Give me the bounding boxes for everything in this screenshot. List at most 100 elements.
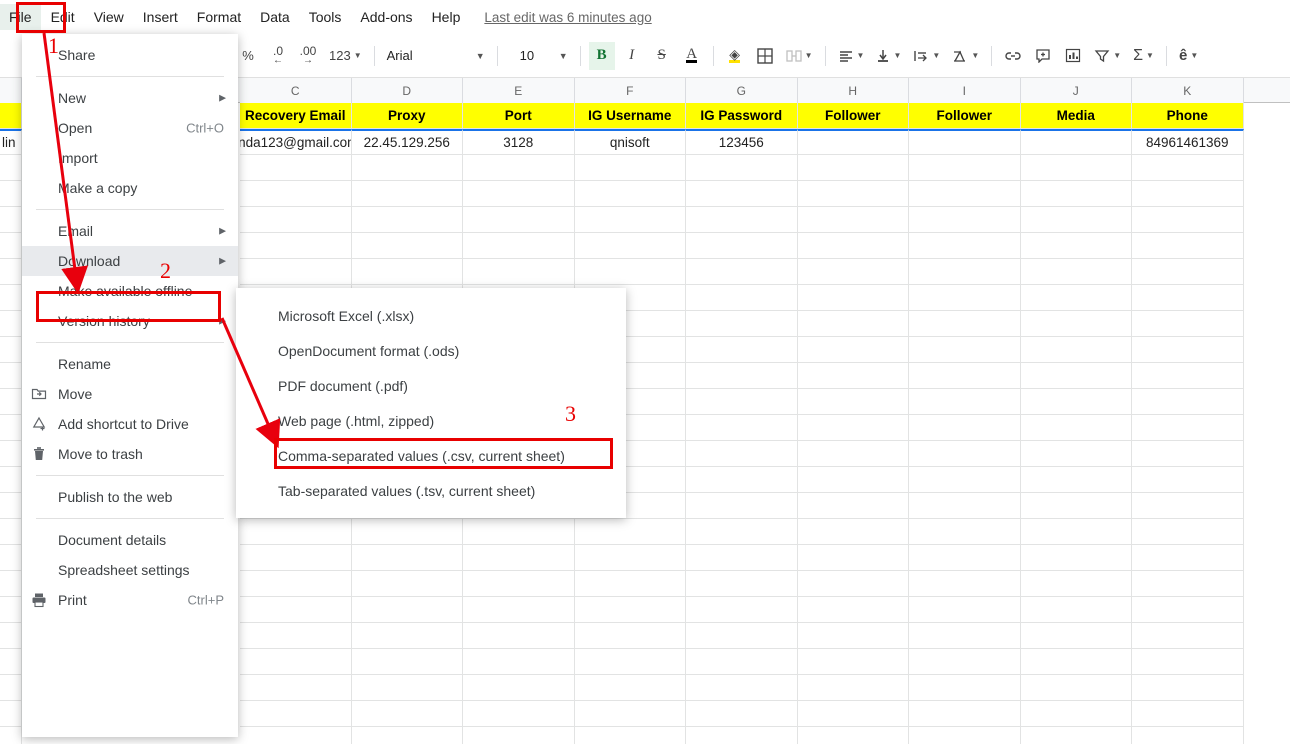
cell-empty[interactable] [686, 675, 798, 701]
cell-header[interactable]: Port [463, 103, 575, 129]
cell-empty[interactable] [1020, 597, 1132, 623]
cell-empty[interactable] [909, 337, 1021, 363]
cell-empty[interactable] [574, 597, 686, 623]
cell-empty[interactable] [351, 649, 463, 675]
cell-empty[interactable] [1132, 701, 1244, 727]
cell-empty[interactable] [797, 207, 909, 233]
cell-empty[interactable] [1132, 519, 1244, 545]
cell-empty[interactable] [909, 207, 1021, 233]
input-tools-button[interactable]: ê ▼ [1175, 42, 1202, 70]
horizontal-align-button[interactable]: ▼ [834, 42, 869, 70]
cell-empty[interactable] [797, 259, 909, 285]
menu-item-document-details[interactable]: Document details [22, 525, 238, 555]
cell-empty[interactable] [574, 519, 686, 545]
cell-empty[interactable] [574, 181, 686, 207]
cell-empty[interactable] [574, 623, 686, 649]
cell-empty[interactable] [798, 727, 909, 744]
cell-empty[interactable] [351, 181, 463, 207]
cell-empty[interactable] [351, 701, 463, 727]
cell-empty[interactable] [0, 623, 22, 649]
cell-empty[interactable] [1020, 363, 1132, 389]
cell-empty[interactable] [240, 259, 352, 285]
borders-button[interactable] [752, 42, 778, 70]
cell-empty[interactable] [1132, 363, 1244, 389]
column-header-f[interactable]: F [574, 78, 686, 103]
cell-empty[interactable] [351, 571, 463, 597]
cell-empty[interactable] [1020, 519, 1132, 545]
cell-empty[interactable] [909, 649, 1021, 675]
cell-data[interactable]: linda123@gmail.com [240, 129, 352, 155]
column-header-k[interactable]: K [1132, 78, 1244, 103]
cell-empty[interactable] [797, 181, 909, 207]
cell-data[interactable]: 3128 [463, 129, 575, 155]
cell-empty[interactable] [686, 597, 798, 623]
cell-empty[interactable] [797, 701, 909, 727]
bold-button[interactable]: B [588, 41, 615, 70]
menu-item-download[interactable]: Download ▶ [22, 246, 238, 276]
cell-empty[interactable] [1020, 233, 1132, 259]
cell-empty[interactable] [797, 285, 909, 311]
vertical-align-button[interactable]: ▼ [872, 42, 905, 70]
cell-empty[interactable] [909, 285, 1021, 311]
cell-empty[interactable] [0, 337, 22, 363]
cell-empty[interactable] [0, 311, 22, 337]
cell-header[interactable]: Proxy [351, 103, 463, 129]
cell-empty[interactable] [909, 259, 1021, 285]
cell-empty[interactable] [463, 571, 575, 597]
cell-empty[interactable] [351, 155, 463, 181]
cell-empty[interactable] [909, 727, 1021, 744]
cell-empty[interactable] [463, 233, 575, 259]
cell-empty[interactable] [797, 311, 909, 337]
merge-cells-button[interactable]: ▼ [782, 42, 817, 70]
cell-empty[interactable] [686, 545, 798, 571]
cell-empty[interactable] [1020, 675, 1132, 701]
cell-empty[interactable] [909, 181, 1021, 207]
cell-empty[interactable] [909, 597, 1021, 623]
cell-empty[interactable] [686, 181, 798, 207]
cell-empty[interactable] [797, 597, 909, 623]
menu-item-rename[interactable]: Rename [22, 349, 238, 379]
cell-empty[interactable] [1132, 259, 1244, 285]
cell-header[interactable]: Follower [909, 103, 1021, 129]
cell-empty[interactable] [909, 441, 1021, 467]
cell-empty[interactable] [1132, 337, 1244, 363]
cell-empty[interactable] [1132, 675, 1244, 701]
column-header-partial[interactable] [0, 78, 22, 103]
cell-empty[interactable] [1020, 389, 1132, 415]
cell-empty[interactable] [240, 701, 352, 727]
cell-empty[interactable] [0, 155, 22, 181]
insert-comment-button[interactable] [1030, 42, 1056, 70]
cell-empty[interactable] [797, 363, 909, 389]
cell-empty[interactable] [463, 675, 575, 701]
cell-empty[interactable] [1132, 285, 1244, 311]
cell-empty[interactable] [240, 545, 352, 571]
cell-empty[interactable] [909, 415, 1021, 441]
cell-empty[interactable] [0, 701, 22, 727]
filter-button[interactable]: ▼ [1090, 42, 1125, 70]
cell-empty[interactable] [1020, 337, 1132, 363]
menu-add-ons[interactable]: Add-ons [351, 4, 421, 30]
menu-item-add-shortcut-to-drive[interactable]: Add shortcut to Drive [22, 409, 238, 439]
cell-empty[interactable] [463, 545, 575, 571]
cell-empty[interactable] [797, 155, 909, 181]
insert-link-button[interactable] [1000, 42, 1026, 70]
cell-empty[interactable] [574, 571, 686, 597]
cell-empty[interactable] [351, 623, 463, 649]
cell-empty[interactable] [1020, 441, 1132, 467]
cell-empty[interactable] [1132, 207, 1244, 233]
cell-empty[interactable] [909, 467, 1021, 493]
menu-item-move[interactable]: Move [22, 379, 238, 409]
menu-view[interactable]: View [85, 4, 133, 30]
cell-header-partial[interactable] [0, 103, 22, 129]
insert-chart-button[interactable] [1060, 42, 1086, 70]
file-menu-dropdown[interactable]: Share New ▶ Open Ctrl+O Import Make a copy Emai… [22, 34, 238, 737]
cell-empty[interactable] [686, 233, 798, 259]
menu-item-spreadsheet-settings[interactable]: Spreadsheet settings [22, 555, 238, 585]
cell-empty[interactable] [0, 415, 22, 441]
cell-empty[interactable] [686, 519, 798, 545]
cell-empty[interactable] [463, 727, 575, 744]
cell-empty[interactable] [909, 493, 1021, 519]
cell-empty[interactable] [797, 415, 909, 441]
cell-empty[interactable] [574, 207, 686, 233]
cell-empty[interactable] [1132, 441, 1244, 467]
